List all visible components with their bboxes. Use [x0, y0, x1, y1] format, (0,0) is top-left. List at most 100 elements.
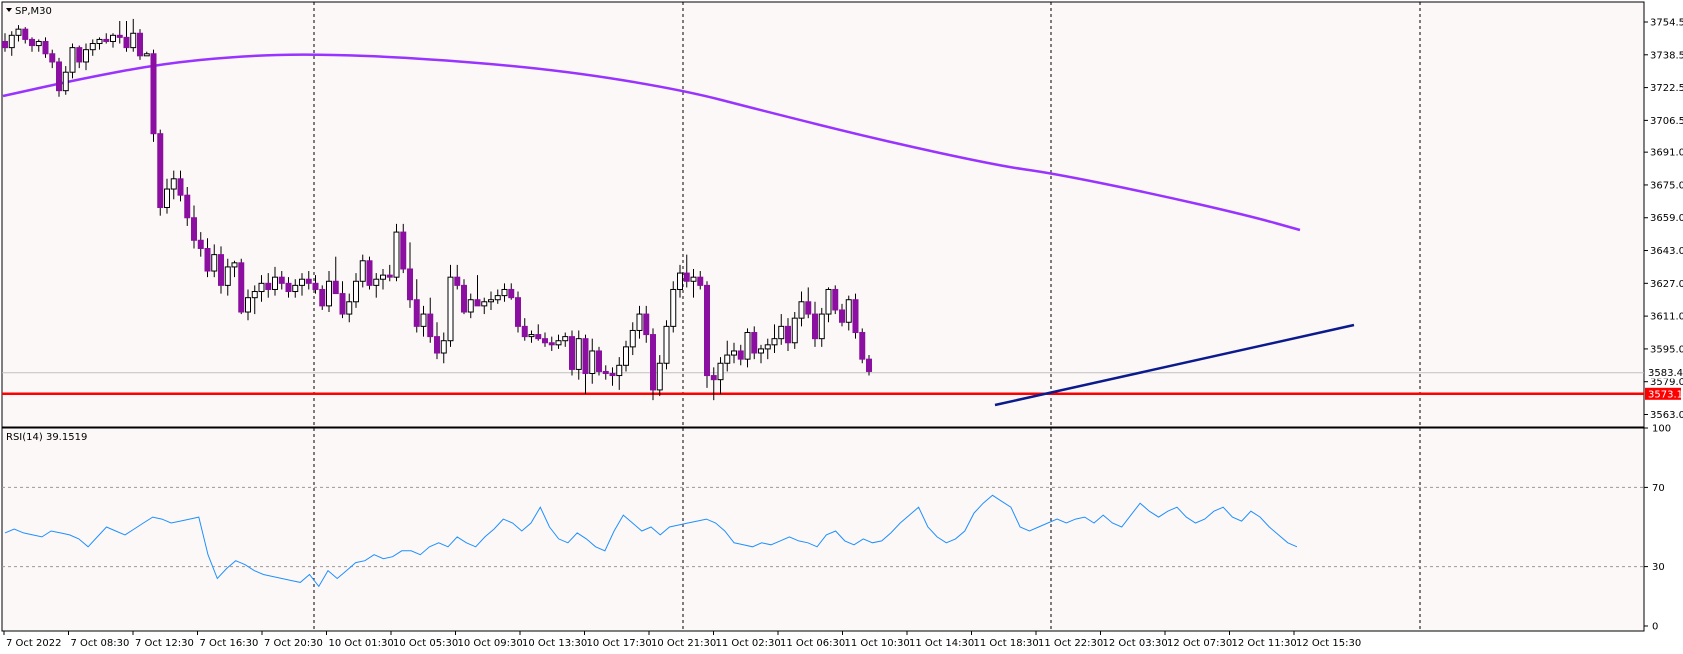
bull-candle-body	[224, 266, 231, 286]
candle	[366, 256, 373, 290]
bear-candle-body	[737, 350, 744, 360]
bull-candle-body	[528, 334, 535, 338]
bull-candle-body	[677, 272, 683, 290]
symbol-timeframe-label: SP,M30	[15, 6, 52, 17]
candle	[319, 285, 326, 310]
current-price-tag: 3583.4	[1645, 366, 1683, 379]
candle	[650, 328, 656, 401]
bear-candle-body	[29, 38, 35, 47]
bull-candle-body	[170, 178, 177, 190]
bear-candle-body	[312, 282, 319, 290]
candle	[569, 330, 575, 376]
bear-candle-body	[407, 268, 413, 301]
bear-candle-body	[386, 274, 393, 278]
candle	[832, 285, 839, 315]
bull-candle-body	[818, 313, 825, 340]
bear-candle-body	[602, 370, 609, 375]
bull-candle-body	[663, 325, 670, 364]
chart-canvas[interactable]: 3754.5 3738.5 3722.5 3706.5 3691.0 3675.0 3659…	[0, 0, 1683, 654]
bear-candle-body	[582, 338, 589, 375]
bull-candle-body	[656, 362, 663, 391]
bull-candle-body	[778, 325, 785, 340]
bull-candle-body	[15, 28, 22, 36]
time-tick-label: 10 Oct 09:30	[458, 638, 523, 649]
bull-candle-body	[575, 338, 582, 370]
bear-candle-body	[508, 288, 515, 299]
bull-candle-body	[724, 354, 731, 364]
bear-candle-body	[704, 284, 710, 377]
bull-candle-body	[771, 338, 778, 346]
bear-candle-body	[265, 282, 272, 290]
main-panel[interactable]	[1, 1, 1645, 428]
bear-candle-body	[285, 282, 292, 293]
rsi-panel[interactable]	[1, 427, 1645, 632]
bear-candle-body	[184, 194, 191, 219]
price-tick-label: 3675.0	[1650, 180, 1683, 191]
bull-candle-body	[845, 299, 852, 323]
bull-candle-body	[589, 350, 596, 375]
candle	[137, 29, 143, 60]
price-tick-label: 3659.0	[1650, 213, 1683, 224]
time-tick-label: 12 Oct 15:30	[1296, 638, 1361, 649]
bull-candle-body	[420, 313, 427, 327]
price-tick-label: 3691.0	[1650, 148, 1683, 159]
bull-candle-body	[251, 291, 258, 299]
bear-candle-body	[542, 338, 548, 344]
bull-candle-body	[501, 288, 508, 297]
bull-candle-body	[62, 71, 69, 92]
bull-candle-body	[758, 348, 764, 354]
bull-candle-body	[731, 350, 737, 356]
bear-candle-body	[805, 301, 812, 315]
bull-candle-body	[467, 299, 474, 313]
support-price-tag: 3573.1	[1645, 387, 1683, 400]
time-tick-label: 7 Oct 12:30	[135, 638, 194, 649]
bull-candle-body	[670, 288, 677, 327]
bear-candle-body	[197, 239, 204, 249]
price-tick-label: 3754.5	[1650, 18, 1683, 29]
bear-candle-body	[710, 375, 717, 381]
candle	[447, 264, 454, 347]
bull-candle-body	[8, 34, 15, 49]
candle	[150, 49, 157, 142]
bear-candle-body	[2, 40, 8, 49]
bear-candle-body	[751, 332, 758, 354]
price-tick-label: 3563.0	[1650, 410, 1683, 421]
bear-candle-body	[521, 325, 528, 338]
candle	[852, 293, 859, 339]
bear-candle-body	[103, 38, 110, 42]
candle	[596, 346, 602, 376]
bull-candle-body	[164, 188, 170, 208]
bear-candle-body	[116, 34, 123, 38]
bull-candle-body	[494, 295, 501, 301]
time-tick-label: 10 Oct 01:30	[329, 638, 394, 649]
time-tick-label: 11 Oct 02:30	[716, 638, 781, 649]
bear-candle-body	[319, 288, 326, 307]
price-tick-label: 3722.5	[1650, 83, 1683, 94]
time-tick-label: 7 Oct 20:30	[264, 638, 323, 649]
bear-candle-body	[366, 260, 373, 286]
time-tick-label: 10 Oct 13:30	[522, 638, 587, 649]
bull-candle-body	[440, 340, 447, 354]
bull-candle-body	[488, 299, 494, 303]
bear-candle-body	[697, 276, 704, 286]
bear-candle-body	[609, 373, 616, 377]
bull-candle-body	[373, 278, 380, 286]
bull-candle-body	[744, 332, 751, 360]
bear-candle-body	[238, 262, 245, 313]
bear-candle-body	[812, 313, 818, 340]
bull-candle-body	[717, 362, 724, 381]
rsi-label: RSI(14) 39.1519	[6, 432, 87, 443]
rsi-tick-label: 100	[1652, 424, 1671, 435]
bear-candle-body	[49, 53, 56, 63]
bull-candle-body	[353, 280, 359, 303]
bear-candle-body	[218, 254, 224, 286]
bull-candle-body	[272, 276, 278, 290]
time-tick-label: 11 Oct 14:30	[909, 638, 974, 649]
bull-candle-body	[35, 40, 42, 47]
bear-candle-body	[461, 284, 467, 313]
bear-candle-body	[305, 278, 312, 284]
bull-candle-body	[326, 280, 332, 307]
bull-candle-body	[764, 344, 771, 350]
rsi-tick-label: 70	[1652, 483, 1665, 494]
bull-candle-body	[110, 34, 116, 42]
